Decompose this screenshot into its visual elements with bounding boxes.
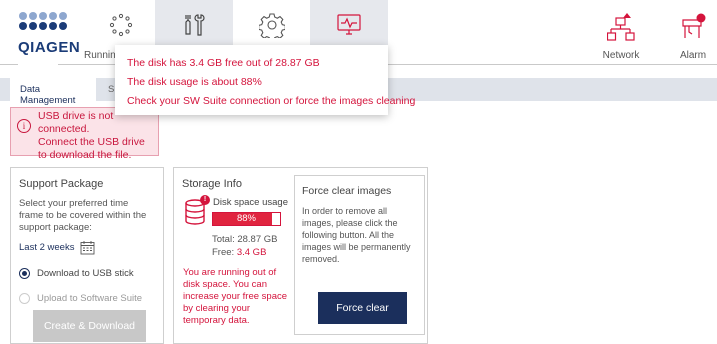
disk-usage-label: Disk space usage: [213, 197, 288, 208]
qiagen-logo: QIAGEN: [18, 12, 80, 64]
force-clear-title: Force clear images: [302, 185, 392, 197]
monitor-icon: [337, 14, 361, 35]
tooltip-usage: The disk usage is about 88%: [127, 76, 262, 88]
network-icon: [607, 13, 635, 41]
logo-wordmark: QIAGEN: [18, 39, 81, 56]
alert-badge: !: [200, 195, 210, 205]
time-frame-selector[interactable]: Last 2 weeks: [19, 240, 155, 255]
header-divider-left: [0, 64, 18, 65]
force-clear-description: In order to remove all images, please cl…: [302, 206, 411, 264]
nav-tools[interactable]: [155, 0, 233, 45]
option-download-usb[interactable]: Download to USB stick: [19, 268, 155, 279]
nav-monitor[interactable]: [310, 0, 388, 45]
option-upload-suite[interactable]: Upload to Software Suite: [19, 293, 155, 304]
support-package-card: Support Package Select your preferred ti…: [10, 167, 164, 344]
tooltip-free-space: The disk has 3.4 GB free out of 28.87 GB: [127, 57, 320, 69]
alarm-icon: [682, 13, 706, 38]
support-package-title: Support Package: [19, 178, 104, 190]
disk-free: Free: 3.4 GB: [212, 247, 266, 258]
force-clear-panel: Force clear images In order to remove al…: [294, 175, 425, 335]
alarm-button[interactable]: Alarm: [663, 12, 717, 61]
tooltip-advice: Check your SW Suite connection or force …: [127, 95, 416, 107]
nav-running[interactable]: [82, 0, 160, 45]
radio-upload-suite[interactable]: [19, 293, 30, 304]
force-clear-button[interactable]: Force clear: [318, 292, 407, 324]
calendar-icon[interactable]: [80, 240, 95, 255]
option-upload-suite-label: Upload to Software Suite: [37, 293, 143, 304]
support-package-description: Select your preferred time frame to be c…: [19, 198, 147, 233]
disk-free-label: Free:: [212, 247, 235, 258]
time-frame-value: Last 2 weeks: [19, 242, 75, 253]
network-label: Network: [602, 50, 640, 61]
usb-warning-line3: to download the file.: [38, 149, 132, 161]
disk-usage-percent: 88%: [236, 213, 256, 224]
tab-data-management[interactable]: Data Management: [10, 78, 96, 106]
disk-total: Total: 28.87 GB: [212, 234, 278, 245]
network-button[interactable]: Network: [591, 12, 651, 61]
option-download-usb-label: Download to USB stick: [37, 268, 134, 279]
disk-usage-bar: 88%: [212, 212, 281, 226]
radio-download-usb[interactable]: [19, 268, 30, 279]
info-icon: i: [17, 119, 31, 133]
usb-warning-line2: Connect the USB drive: [38, 136, 145, 148]
nav-running-label: Runnin: [84, 50, 116, 61]
tools-icon: [185, 14, 205, 36]
nav-settings[interactable]: [233, 0, 311, 45]
disk-free-value: 3.4 GB: [236, 247, 267, 258]
storage-warning-text: You are running out of disk space. You c…: [183, 267, 288, 326]
create-download-button[interactable]: Create & Download: [33, 310, 146, 342]
alarm-label: Alarm: [679, 50, 707, 61]
settings-gear-icon: [259, 13, 285, 38]
storage-info-card: Storage Info ! Disk space usage 88% Tota…: [173, 167, 428, 344]
logo-dots: [19, 12, 68, 30]
running-icon: [109, 13, 133, 37]
disk-usage-tooltip: The disk has 3.4 GB free out of 28.87 GB…: [115, 45, 416, 115]
